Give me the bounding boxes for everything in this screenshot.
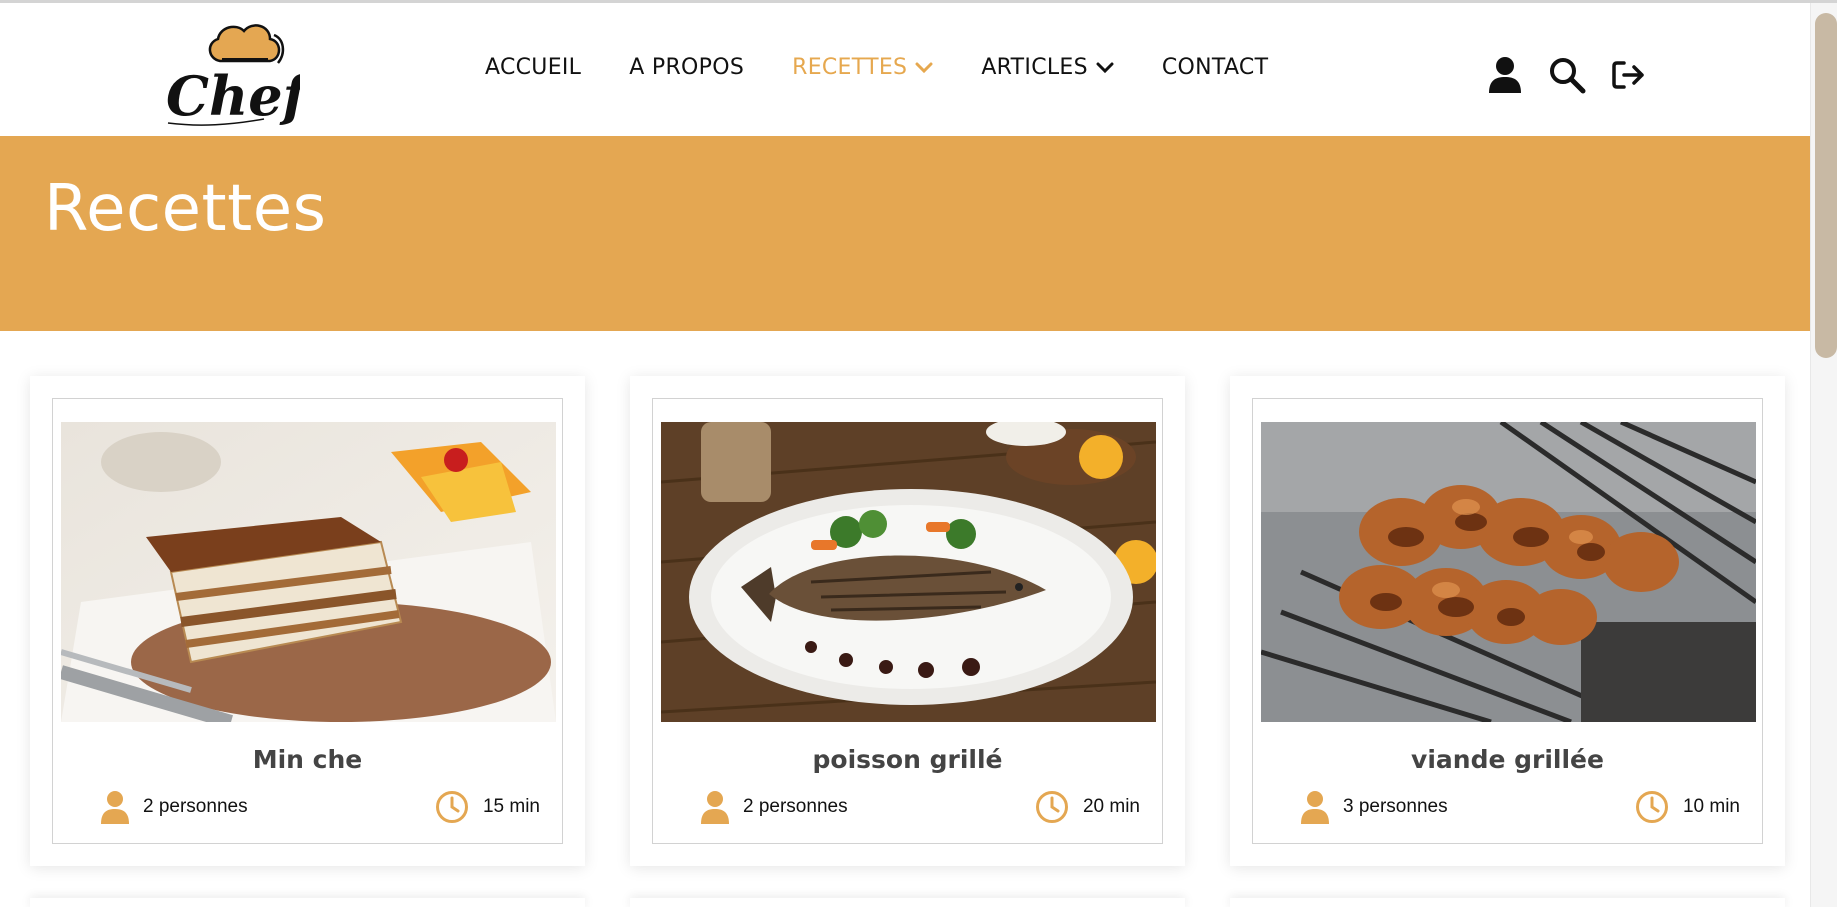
page-banner: Recettes xyxy=(0,136,1810,331)
nav-item-label: RECETTES xyxy=(792,55,908,80)
servings-text: 3 personnes xyxy=(1343,796,1448,817)
recipe-card-partial xyxy=(1230,898,1785,907)
duration-text: 20 min xyxy=(1082,796,1140,817)
person-icon xyxy=(1301,790,1329,824)
site-header: Chef ACCUEIL A PROPOS RECETTES ARTICLES … xyxy=(0,3,1810,136)
recipe-card-partial xyxy=(630,898,1185,907)
recipe-card-partial xyxy=(30,898,585,907)
search-icon[interactable] xyxy=(1548,55,1586,95)
recipe-card[interactable]: poisson grillé 2 personnes 20 min xyxy=(630,376,1185,866)
main-nav: ACCUEIL A PROPOS RECETTES ARTICLES CONTA… xyxy=(485,55,1316,80)
clock-icon xyxy=(435,790,469,824)
duration-text: 10 min xyxy=(1682,796,1740,817)
chevron-down-icon xyxy=(915,62,933,74)
chevron-down-icon xyxy=(1096,62,1114,74)
user-icon[interactable] xyxy=(1486,55,1524,95)
recipe-image[interactable] xyxy=(1261,422,1756,722)
recipe-title[interactable]: viande grillée xyxy=(1253,745,1762,774)
recipe-servings: 2 personnes xyxy=(701,789,848,825)
nav-item-articles[interactable]: ARTICLES xyxy=(981,55,1114,80)
recipe-card-frame: poisson grillé 2 personnes 20 min xyxy=(652,398,1163,844)
chef-logo[interactable]: Chef xyxy=(160,15,314,133)
recipe-duration: 15 min xyxy=(435,789,540,825)
servings-text: 2 personnes xyxy=(143,796,248,817)
nav-item-a-propos[interactable]: A PROPOS xyxy=(629,55,744,80)
scrollbar-thumb[interactable] xyxy=(1815,13,1837,358)
nav-item-recettes[interactable]: RECETTES xyxy=(792,55,933,80)
recipe-title[interactable]: poisson grillé xyxy=(653,745,1162,774)
servings-text: 2 personnes xyxy=(743,796,848,817)
recipe-card-frame: viande grillée 3 personnes 10 min xyxy=(1252,398,1763,844)
clock-icon xyxy=(1035,790,1069,824)
recipe-duration: 20 min xyxy=(1035,789,1140,825)
person-icon xyxy=(701,790,729,824)
logo-text: Chef xyxy=(166,64,300,128)
recipe-servings: 2 personnes xyxy=(101,789,248,825)
scrollbar[interactable] xyxy=(1810,3,1837,907)
nav-item-contact[interactable]: CONTACT xyxy=(1162,55,1268,80)
duration-text: 15 min xyxy=(482,796,540,817)
nav-item-accueil[interactable]: ACCUEIL xyxy=(485,55,581,80)
recipe-card-frame: Min che 2 personnes 15 min xyxy=(52,398,563,844)
header-actions xyxy=(1486,55,1672,95)
nav-item-label: ACCUEIL xyxy=(485,55,582,80)
nav-item-label: ARTICLES xyxy=(981,55,1088,80)
recipe-servings: 3 personnes xyxy=(1301,789,1448,825)
recipe-duration: 10 min xyxy=(1635,789,1740,825)
page-title: Recettes xyxy=(44,172,327,246)
recipe-card[interactable]: viande grillée 3 personnes 10 min xyxy=(1230,376,1785,866)
logout-icon[interactable] xyxy=(1610,55,1648,95)
recipe-card[interactable]: Min che 2 personnes 15 min xyxy=(30,376,585,866)
clock-icon xyxy=(1635,790,1669,824)
person-icon xyxy=(101,790,129,824)
nav-item-label: CONTACT xyxy=(1161,55,1269,80)
recipe-image[interactable] xyxy=(61,422,556,722)
recipe-image[interactable] xyxy=(661,422,1156,722)
recipe-title[interactable]: Min che xyxy=(53,745,562,774)
nav-item-label: A PROPOS xyxy=(629,55,745,80)
